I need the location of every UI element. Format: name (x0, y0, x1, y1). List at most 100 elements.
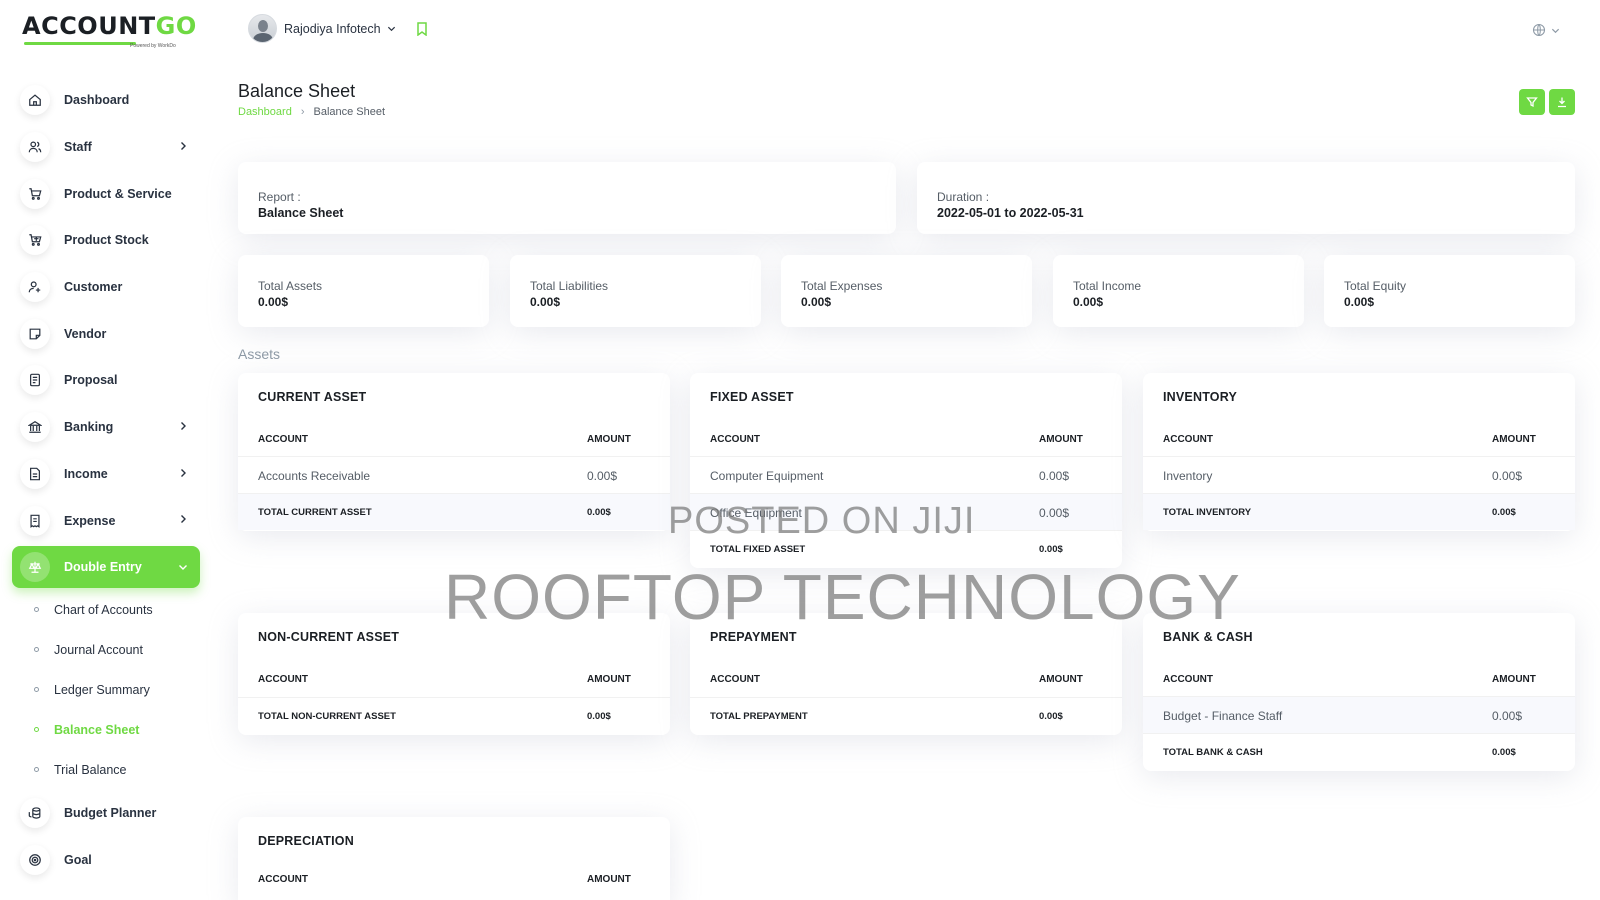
app-logo[interactable]: ACCOUNTGO Powered by WorkDo (22, 12, 196, 49)
assets-section-title: Assets (238, 346, 281, 362)
sidebar-item-budget-planner[interactable]: Budget Planner (12, 790, 200, 837)
stat-value: 0.00$ (530, 295, 561, 309)
sidebar-item-label: Expense (64, 513, 116, 528)
card-title: NON-CURRENT ASSET (258, 630, 400, 644)
stat-label: Total Liabilities (530, 279, 609, 293)
submenu-item-balance-sheet[interactable]: Balance Sheet (30, 710, 200, 750)
card-title: CURRENT ASSET (258, 390, 367, 404)
submenu-item-ledger-summary[interactable]: Ledger Summary (30, 670, 200, 710)
table-header: ACCOUNT AMOUNT (1143, 434, 1575, 448)
sidebar-item-label: Banking (64, 420, 114, 435)
account-cell: Budget - Finance Staff (1163, 709, 1283, 723)
bookmark-icon[interactable] (416, 22, 428, 36)
sidebar-item-double-entry[interactable]: Double Entry (12, 545, 200, 588)
coins-icon (20, 798, 50, 829)
submenu-item-label: Chart of Accounts (54, 602, 153, 617)
sidebar-item-label: Income (64, 466, 108, 481)
stat-label: Total Income (1073, 279, 1142, 293)
sidebar-item-product-service[interactable]: Product & Service (12, 170, 200, 217)
bullet-icon (34, 687, 39, 693)
amount-cell: 0.00$ (1039, 469, 1070, 483)
download-button[interactable] (1549, 89, 1575, 115)
table-header: ACCOUNT AMOUNT (690, 674, 1122, 688)
submenu-item-label: Trial Balance (54, 762, 127, 777)
user-plus-icon (20, 272, 50, 303)
column-header-account: ACCOUNT (710, 434, 760, 445)
chevron-down-icon (387, 26, 395, 32)
breadcrumb-link-dashboard[interactable]: Dashboard (238, 106, 292, 118)
card-title: INVENTORY (1163, 390, 1238, 404)
cart-icon (20, 225, 50, 256)
chevron-right-icon (181, 468, 186, 477)
logo-main: ACCOUNT (22, 12, 156, 40)
stat-card-total-income: Total Income 0.00$ (1053, 255, 1304, 327)
total-label: TOTAL BANK & CASH (1163, 747, 1263, 758)
sidebar-item-expense[interactable]: Expense (12, 497, 200, 544)
stat-value: 0.00$ (1344, 295, 1375, 309)
table-header: ACCOUNT AMOUNT (690, 434, 1122, 448)
bullet-icon (34, 647, 39, 653)
sidebar-item-product-stock[interactable]: Product Stock (12, 217, 200, 264)
total-amount: 0.00$ (1039, 544, 1063, 555)
bank-icon (20, 412, 50, 443)
sidebar-item-goal[interactable]: Goal (12, 837, 200, 884)
target-icon (20, 844, 50, 875)
breadcrumb-separator-icon: › (300, 106, 305, 118)
watermark-line-2: ROOFTOP TECHNOLOGY (444, 561, 1241, 633)
sidebar-item-income[interactable]: Income (12, 451, 200, 498)
table-row: Computer Equipment 0.00$ (690, 456, 1122, 493)
receipt-icon (20, 505, 50, 536)
filter-button[interactable] (1519, 89, 1545, 115)
submenu-item-chart-of-accounts[interactable]: Chart of Accounts (30, 590, 200, 630)
double-entry-submenu: Chart of Accounts Journal Account Ledger… (12, 590, 200, 790)
chevron-down-icon (1551, 28, 1560, 33)
duration-label: Duration : (937, 190, 990, 204)
stat-label: Total Assets (258, 279, 323, 293)
sidebar-item-label: Product & Service (64, 186, 172, 201)
total-row: TOTAL CURRENT ASSET 0.00$ (238, 493, 670, 530)
sidebar-item-vendor[interactable]: Vendor (12, 310, 200, 357)
breadcrumb-current: Balance Sheet (313, 106, 386, 118)
account-cell: Inventory (1163, 469, 1213, 483)
amount-cell: 0.00$ (1492, 709, 1523, 723)
sidebar-item-proposal[interactable]: Proposal (12, 357, 200, 404)
document-icon (20, 365, 50, 396)
sidebar-item-staff[interactable]: Staff (12, 124, 200, 171)
sidebar-item-label: Product Stock (64, 233, 149, 248)
table-header: ACCOUNT AMOUNT (238, 674, 670, 688)
submenu-item-journal-account[interactable]: Journal Account (30, 630, 200, 670)
globe-icon (1532, 23, 1546, 37)
total-amount: 0.00$ (587, 507, 611, 518)
column-header-account: ACCOUNT (1163, 674, 1213, 685)
sidebar-item-label: Proposal (64, 373, 118, 388)
sidebar-item-dashboard[interactable]: Dashboard (12, 77, 200, 124)
total-row: TOTAL NON-CURRENT ASSET 0.00$ (238, 697, 670, 734)
sidebar-item-banking[interactable]: Banking (12, 404, 200, 451)
sidebar-item-customer[interactable]: Customer (12, 264, 200, 311)
topbar: Rajodiya Infotech (212, 0, 1600, 58)
column-header-amount: AMOUNT (587, 434, 631, 445)
sidebar-item-label: Staff (64, 140, 92, 155)
sidebar-item-label: Customer (64, 280, 123, 295)
logo-accent: GO (155, 12, 197, 40)
stat-label: Total Expenses (801, 279, 883, 293)
total-label: TOTAL PREPAYMENT (710, 711, 808, 722)
submenu-item-trial-balance[interactable]: Trial Balance (30, 750, 200, 790)
submenu-item-label: Journal Account (54, 642, 143, 657)
user-menu[interactable]: Rajodiya Infotech (248, 14, 396, 43)
stat-card-total-assets: Total Assets 0.00$ (238, 255, 489, 327)
current-asset-card: CURRENT ASSET ACCOUNT AMOUNT Accounts Re… (238, 373, 670, 531)
stat-value: 0.00$ (1073, 295, 1104, 309)
depreciation-card: DEPRECIATION ACCOUNT AMOUNT (238, 817, 670, 900)
bank-cash-card: BANK & CASH ACCOUNT AMOUNT Budget - Fina… (1143, 613, 1575, 771)
table-row: Budget - Finance Staff 0.00$ (1143, 696, 1575, 733)
bullet-icon (34, 727, 39, 733)
download-icon (1558, 97, 1566, 108)
bullet-icon (34, 607, 39, 613)
logo-underline (24, 42, 136, 45)
column-header-amount: AMOUNT (587, 874, 631, 885)
users-icon (20, 132, 50, 163)
total-amount: 0.00$ (1492, 747, 1516, 758)
language-selector[interactable] (1524, 16, 1568, 44)
bullet-icon (34, 767, 39, 773)
